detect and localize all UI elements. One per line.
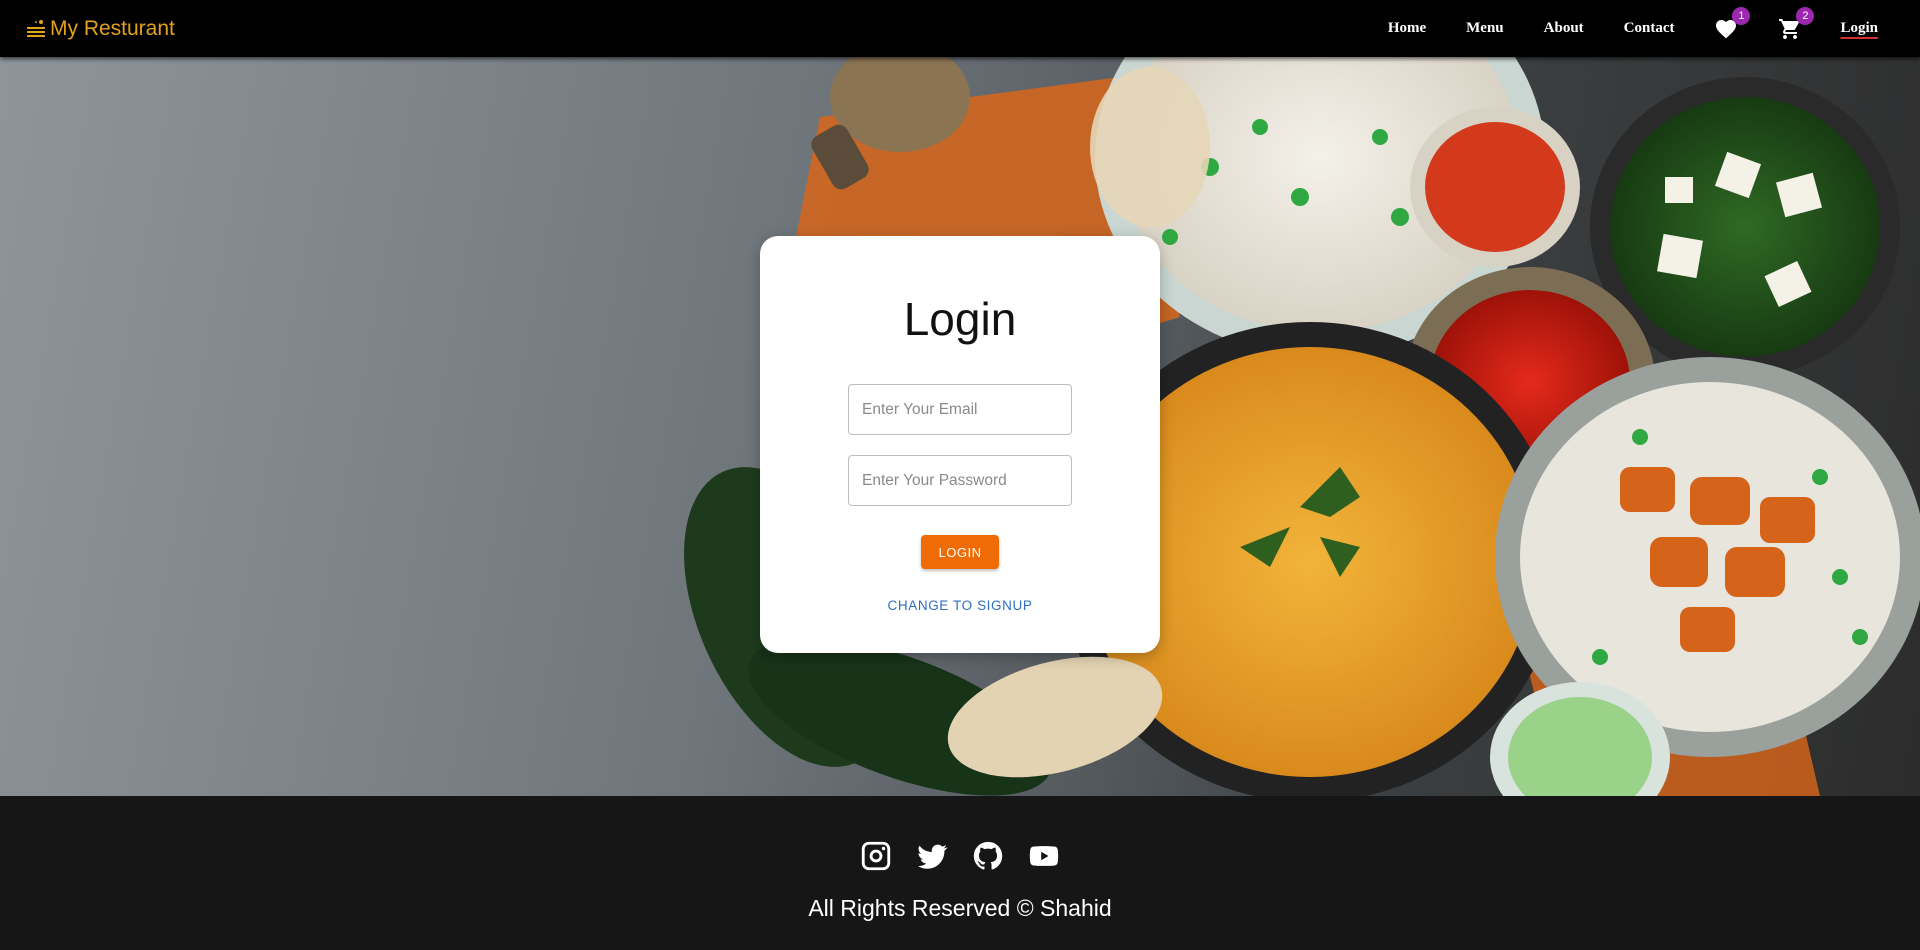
wishlist-button[interactable]: 1 [1714,6,1751,41]
twitter-link[interactable] [915,839,949,873]
cart-count-badge: 2 [1796,6,1815,25]
top-navbar: My Resturant Home Menu About Contact 1 2… [0,0,1920,57]
brand-logo-link[interactable]: My Resturant [24,17,175,41]
instagram-icon [861,841,891,871]
copyright-text: All Rights Reserved © Shahid [808,895,1112,921]
nav-login-link[interactable]: Login [1840,20,1878,37]
nav-home-link[interactable]: Home [1388,20,1426,37]
restaurant-tray-icon [27,19,45,37]
github-icon [973,841,1003,870]
nav-about-link[interactable]: About [1544,20,1584,37]
nav-contact-link[interactable]: Contact [1624,20,1675,37]
social-links [859,839,1061,873]
login-submit-button[interactable]: LOGIN [921,535,999,569]
twitter-icon [917,844,948,869]
instagram-link[interactable] [859,839,893,873]
change-to-signup-link[interactable]: CHANGE TO SIGNUP [888,598,1033,613]
password-input[interactable] [848,455,1072,506]
brand-name: My Resturant [50,16,175,40]
email-input[interactable] [848,384,1072,435]
wishlist-count-badge: 1 [1732,6,1751,25]
nav-links: Home Menu About Contact 1 2 Login [1348,6,1896,41]
login-card: Login LOGIN CHANGE TO SIGNUP [760,236,1160,653]
github-link[interactable] [971,839,1005,873]
login-title: Login [903,293,1017,345]
cart-button[interactable]: 2 [1778,6,1815,41]
nav-menu-link[interactable]: Menu [1466,20,1504,37]
youtube-link[interactable] [1027,839,1061,873]
youtube-icon [1029,846,1059,866]
footer: All Rights Reserved © Shahid [0,796,1920,950]
